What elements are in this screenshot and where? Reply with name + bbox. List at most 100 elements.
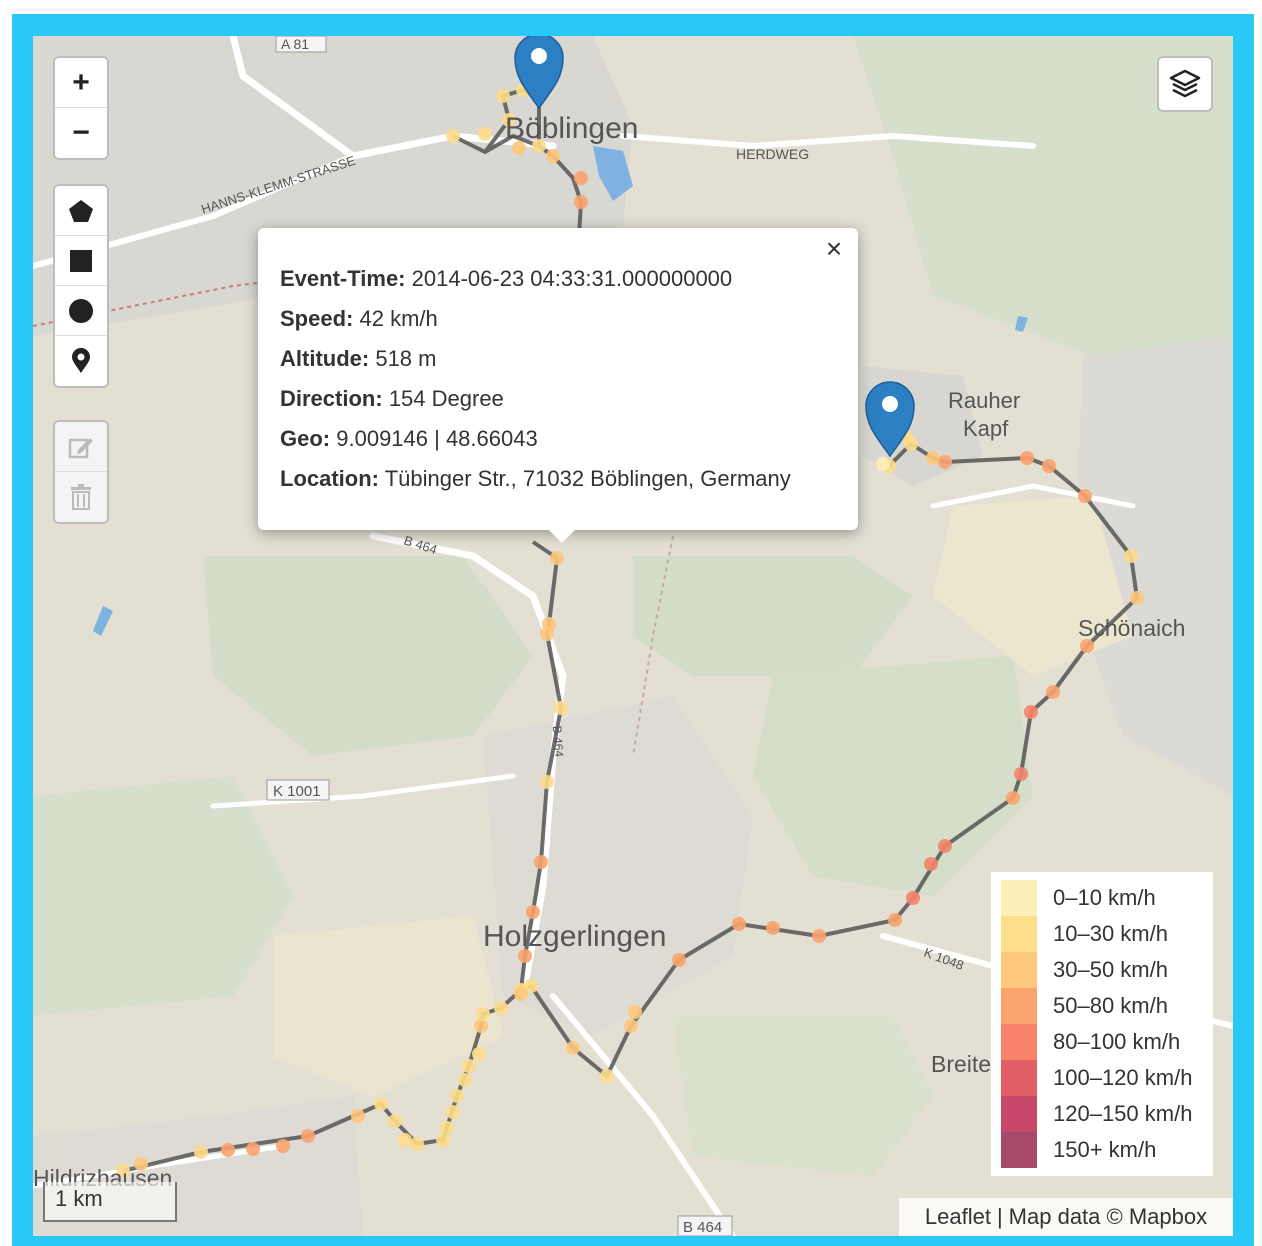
mapdata-attribution: Map data © Mapbox <box>1008 1204 1208 1229</box>
speed-point[interactable] <box>1080 639 1094 653</box>
speed-point[interactable] <box>472 1047 486 1061</box>
speed-point[interactable] <box>276 1139 290 1153</box>
zoom-out-button[interactable]: − <box>55 108 107 158</box>
field-value: 518 m <box>375 346 437 371</box>
speed-point[interactable] <box>1078 489 1092 503</box>
speed-point[interactable] <box>410 1137 424 1151</box>
speed-point[interactable] <box>938 455 952 469</box>
speed-point[interactable] <box>1130 591 1144 605</box>
street-label: B 464 <box>550 725 566 758</box>
speed-point[interactable] <box>398 1133 412 1147</box>
road-shield-a81: A 81 <box>275 36 327 53</box>
legend-item: 50–80 km/h <box>1001 988 1168 1024</box>
speed-point[interactable] <box>766 921 780 935</box>
speed-point[interactable] <box>458 1073 472 1087</box>
legend-swatch <box>1001 988 1037 1024</box>
speed-point[interactable] <box>221 1143 235 1157</box>
speed-point[interactable] <box>450 1089 464 1103</box>
speed-point[interactable] <box>624 1019 638 1033</box>
speed-point[interactable] <box>540 775 554 789</box>
speed-point[interactable] <box>496 89 510 103</box>
speed-point[interactable] <box>440 1121 454 1135</box>
speed-point[interactable] <box>1024 705 1038 719</box>
speed-point[interactable] <box>462 1059 476 1073</box>
speed-point[interactable] <box>374 1097 388 1111</box>
edit-layers-button[interactable] <box>55 422 107 472</box>
map[interactable]: Böblingen Holzgerlingen Schönaich Hildri… <box>33 36 1233 1236</box>
speed-point[interactable] <box>1014 767 1028 781</box>
speed-point[interactable] <box>574 195 588 209</box>
speed-point[interactable] <box>566 1041 580 1055</box>
svg-text:B 464: B 464 <box>683 1219 722 1236</box>
area-label-kapf: Kapf <box>963 416 1009 441</box>
speed-point[interactable] <box>546 149 560 163</box>
speed-point[interactable] <box>732 917 746 931</box>
speed-point[interactable] <box>474 1019 488 1033</box>
field-value: 9.009146 | 48.66043 <box>336 426 538 451</box>
speed-point[interactable] <box>540 627 554 641</box>
draw-rectangle-button[interactable] <box>55 236 107 286</box>
speed-point[interactable] <box>812 929 826 943</box>
speed-point[interactable] <box>351 1109 365 1123</box>
speed-point[interactable] <box>938 839 952 853</box>
zoom-in-button[interactable]: + <box>55 58 107 108</box>
legend-label: 100–120 km/h <box>1053 1065 1193 1090</box>
speed-point[interactable] <box>1042 459 1056 473</box>
field-value: 2014-06-23 04:33:31.000000000 <box>411 266 733 291</box>
speed-point[interactable] <box>476 1007 490 1021</box>
field-label: Geo: <box>280 426 331 451</box>
speed-point[interactable] <box>1006 791 1020 805</box>
legend-swatch <box>1001 1060 1037 1096</box>
speed-point[interactable] <box>301 1129 315 1143</box>
speed-point[interactable] <box>446 129 460 143</box>
speed-point[interactable] <box>446 1105 460 1119</box>
speed-point[interactable] <box>534 855 548 869</box>
draw-polygon-button[interactable] <box>55 186 107 236</box>
speed-point[interactable] <box>554 701 568 715</box>
draw-circle-button[interactable] <box>55 286 107 336</box>
speed-point[interactable] <box>574 171 588 185</box>
speed-point[interactable] <box>514 987 528 1001</box>
speed-point[interactable] <box>550 551 564 565</box>
speed-point[interactable] <box>876 457 890 471</box>
field-label: Altitude: <box>280 346 370 371</box>
speed-point[interactable] <box>628 1005 642 1019</box>
area-label-rauher: Rauher <box>948 388 1020 413</box>
speed-point[interactable] <box>600 1069 614 1083</box>
speed-point[interactable] <box>924 857 938 871</box>
speed-point[interactable] <box>906 891 920 905</box>
speed-point[interactable] <box>888 913 902 927</box>
speed-point[interactable] <box>926 451 940 465</box>
speed-point[interactable] <box>494 1001 508 1015</box>
speed-point[interactable] <box>672 953 686 967</box>
popup-row-location: Location: Tübinger Str., 71032 Böblingen… <box>280 466 791 492</box>
speed-point[interactable] <box>526 905 540 919</box>
speed-point[interactable] <box>1124 549 1138 563</box>
speed-point[interactable] <box>1020 451 1034 465</box>
legend-label: 120–150 km/h <box>1053 1101 1193 1126</box>
layers-control-button[interactable] <box>1157 56 1213 112</box>
legend-swatch <box>1001 1024 1037 1060</box>
legend-swatch <box>1001 1096 1037 1132</box>
speed-point[interactable] <box>246 1142 260 1156</box>
draw-marker-button[interactable] <box>55 336 107 386</box>
popup-close-button[interactable]: × <box>820 235 848 264</box>
field-label: Location: <box>280 466 379 491</box>
speed-point[interactable] <box>478 127 492 141</box>
speed-point[interactable] <box>1046 685 1060 699</box>
road-shield-k1001: K 1001 <box>266 779 330 801</box>
legend-item: 100–120 km/h <box>1001 1060 1192 1096</box>
legend-swatch <box>1001 916 1037 952</box>
edit-icon <box>68 437 93 458</box>
legend-label: 150+ km/h <box>1053 1137 1157 1162</box>
square-icon <box>70 249 92 272</box>
svg-text:K 1001: K 1001 <box>273 783 321 800</box>
popup-row-geo: Geo: 9.009146 | 48.66043 <box>280 426 538 452</box>
leaflet-link[interactable]: Leaflet <box>925 1204 991 1230</box>
speed-point[interactable] <box>194 1145 208 1159</box>
speed-point[interactable] <box>388 1114 402 1128</box>
legend-label: 80–100 km/h <box>1053 1029 1181 1054</box>
delete-layers-button[interactable] <box>55 472 107 522</box>
speed-point[interactable] <box>436 1133 450 1147</box>
circle-icon <box>69 298 93 323</box>
